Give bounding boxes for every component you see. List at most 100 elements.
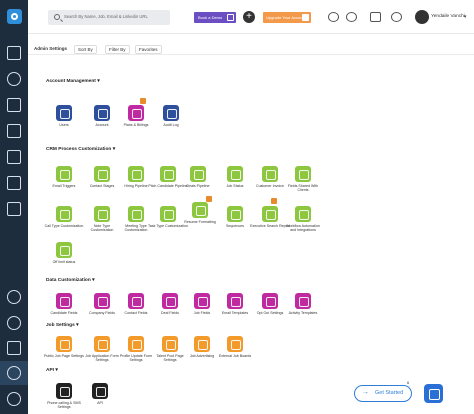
tile-label: Email Templates <box>221 311 249 315</box>
setting-deals-pipeline[interactable]: Deals Pipeline <box>178 166 218 188</box>
meeting-icon <box>128 206 144 222</box>
report-icon <box>262 206 278 222</box>
get-started-button[interactable]: → Get Started <box>354 385 412 402</box>
search-placeholder: Search By Name, Job, Email & Linkedin UR… <box>64 14 148 19</box>
form-icon <box>94 336 110 352</box>
dollar-icon <box>162 293 178 309</box>
setting-email-triggers[interactable]: Email Triggers <box>44 166 84 188</box>
email-icon <box>56 166 72 182</box>
gear-icon <box>7 366 21 380</box>
section-job-settings[interactable]: Job Settings <box>46 322 79 328</box>
setting-sequences[interactable]: Sequences <box>215 206 255 228</box>
candidate-icon <box>56 293 72 309</box>
log-icon <box>163 105 179 121</box>
setting-users[interactable]: Users <box>44 105 84 127</box>
briefcase-icon <box>194 293 210 309</box>
mail-icon[interactable] <box>370 12 381 22</box>
settings-icon[interactable] <box>346 12 357 22</box>
crown-icon <box>302 14 309 21</box>
tile-label: Activity Templates <box>288 311 318 315</box>
companies-icon[interactable] <box>7 98 21 112</box>
setting-activity-templates[interactable]: Activity Templates <box>283 293 323 315</box>
contacts-icon[interactable] <box>7 72 21 86</box>
call-icon <box>56 206 72 222</box>
arrow-right-icon: → <box>362 389 369 396</box>
tasks-icon[interactable] <box>7 176 21 190</box>
setting-resume-formatting[interactable]: Resume Formatting <box>180 202 220 224</box>
chat-button[interactable] <box>424 384 443 403</box>
sidebar <box>0 0 28 414</box>
users-icon <box>56 105 72 121</box>
setting-candidate-fields[interactable]: Candidate Fields <box>44 293 84 315</box>
tile-label: Workflow Automation and Integrations <box>286 224 320 233</box>
setting-api[interactable]: API <box>80 383 120 405</box>
profile-form-icon <box>128 336 144 352</box>
setting-email-templates[interactable]: Email Templates <box>215 293 255 315</box>
book-demo-button[interactable]: Book a Demo <box>194 12 236 23</box>
tile-label: Call Type Customization <box>44 224 84 228</box>
setting-public-job-page[interactable]: Public Job Page Settings <box>44 336 84 358</box>
setting-phone-calling-sms[interactable]: Phone calling & SMS Settings <box>44 383 84 410</box>
tile-label: Phone calling & SMS Settings <box>47 401 81 410</box>
app-logo-icon[interactable] <box>7 9 22 24</box>
tile-label: Off limit status <box>52 260 76 264</box>
invoice-icon <box>262 166 278 182</box>
workflow-icon <box>295 206 311 222</box>
setting-audit-log[interactable]: Audit Log <box>151 105 191 127</box>
share-icon <box>295 166 311 182</box>
upgrade-label: Upgrade Your Account <box>266 15 306 20</box>
reports-icon[interactable] <box>7 316 21 330</box>
section-api[interactable]: API <box>46 367 58 373</box>
chevron-down-icon[interactable]: ▾ <box>464 14 467 20</box>
filter-by-button[interactable]: Filter By <box>105 45 130 54</box>
sidebar-item-settings[interactable] <box>0 361 28 385</box>
user-name[interactable]: Yendaile Vanchi <box>431 14 465 19</box>
note-icon <box>94 206 110 222</box>
resume-icon <box>192 202 208 218</box>
calendar-icon[interactable] <box>7 202 21 216</box>
app: Search By Name, Job, Email & Linkedin UR… <box>0 0 474 414</box>
upgrade-button[interactable]: Upgrade Your Account <box>263 12 311 23</box>
setting-call-type[interactable]: Call Type Customization <box>44 206 84 228</box>
setting-plans-billings[interactable]: Plans & Billings <box>116 105 156 127</box>
setting-external-job-boards[interactable]: External Job Boards <box>215 336 255 358</box>
dashboard-icon[interactable] <box>7 46 21 60</box>
calendar-icon <box>227 14 234 21</box>
settings-toolbar: Admin Settings Sort By Filter By Favorit… <box>28 37 474 55</box>
stages-icon <box>94 166 110 182</box>
pitch-icon <box>160 166 176 182</box>
tile-label: Users <box>59 123 69 127</box>
premium-badge-icon <box>206 196 212 202</box>
phone-sms-icon <box>56 383 72 399</box>
opt-out-icon <box>262 293 278 309</box>
search-input[interactable]: Search By Name, Job, Email & Linkedin UR… <box>48 10 170 25</box>
phone-icon[interactable] <box>391 12 402 22</box>
setting-job-status[interactable]: Job Status <box>215 166 255 188</box>
deals-icon <box>190 166 206 182</box>
activity-icon <box>295 293 311 309</box>
analytics-icon[interactable] <box>7 341 21 355</box>
section-data-customization[interactable]: Data Customization <box>46 277 95 283</box>
favorites-button[interactable]: Favorites <box>135 45 162 54</box>
collapse-icon[interactable] <box>7 392 21 406</box>
tile-label: Task Type Customization <box>148 224 188 228</box>
top-bar: Search By Name, Job, Email & Linkedin UR… <box>28 0 474 34</box>
billing-icon[interactable] <box>7 290 21 304</box>
section-crm-process[interactable]: CRM Process Customization <box>46 146 115 152</box>
setting-fields-shared[interactable]: Fields Shared With Clients <box>283 166 323 193</box>
avatar[interactable] <box>415 10 429 24</box>
setting-workflow-automation[interactable]: Workflow Automation and Integrations <box>283 206 323 233</box>
job-status-icon <box>227 166 243 182</box>
tile-label: Job Status <box>226 184 244 188</box>
candidates-icon[interactable] <box>7 124 21 138</box>
jobs-icon[interactable] <box>7 150 21 164</box>
sort-by-button[interactable]: Sort By <box>74 45 97 54</box>
talent-pool-icon <box>162 336 178 352</box>
tile-label: Public Job Page Settings <box>44 354 84 358</box>
job-board-icon <box>227 336 243 352</box>
setting-off-limit-status[interactable]: Off limit status <box>44 242 84 264</box>
section-account-management[interactable]: Account Management <box>46 78 100 84</box>
search-icon <box>54 14 60 20</box>
add-button[interactable]: + <box>243 11 255 23</box>
help-icon[interactable] <box>328 12 339 22</box>
